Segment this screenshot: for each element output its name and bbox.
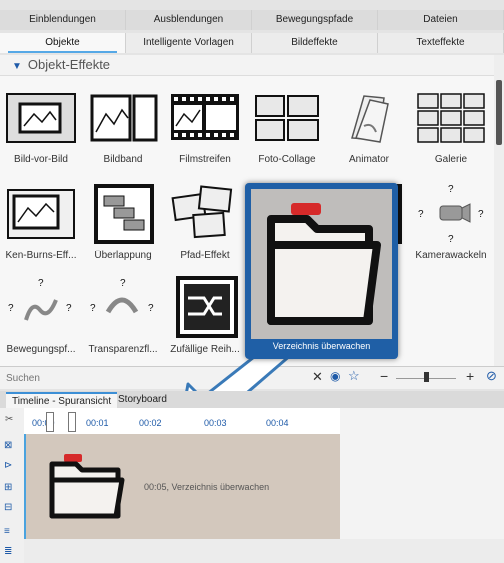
top-tab-bar: Einblendungen Ausblendungen Bewegungspfa… (0, 10, 504, 30)
eye-icon[interactable]: ◉ (330, 369, 340, 383)
effect-label: Foto-Collage (258, 154, 316, 165)
tab-objekte[interactable]: Objekte (0, 33, 126, 53)
film-strip-icon (171, 94, 239, 140)
zoom-out-icon[interactable]: − (380, 368, 388, 384)
sub-tab-bar: Objekte Intelligente Vorlagen Bildeffekt… (0, 33, 504, 53)
track-tool-icon[interactable]: ⊠ (4, 440, 12, 451)
section-header[interactable]: ▼ Objekt-Effekte (0, 55, 494, 76)
scissors-tool-icon[interactable]: ✂ (5, 414, 13, 425)
overlap-icon (94, 184, 154, 244)
ruler-label: 00:04 (266, 418, 289, 428)
effect-item[interactable]: Bild-vor-Bild (0, 80, 82, 175)
effect-label: Animator (348, 154, 389, 165)
align-tool-icon[interactable]: ≣ (4, 546, 12, 557)
svg-text:?: ? (8, 303, 14, 314)
effect-item[interactable]: ? ? ? Bewegungspf... (0, 270, 82, 365)
effect-label: Kamerawackeln (415, 250, 487, 261)
timeline-tab-bar: Timeline - Spuransicht Storyboard (0, 391, 504, 410)
folder-icon (267, 203, 381, 325)
picture-in-picture-icon (6, 93, 76, 143)
svg-text:?: ? (418, 209, 424, 220)
zoom-slider-handle[interactable] (424, 372, 429, 382)
folder-clip-thumbnail-icon (49, 454, 125, 519)
timeline-lower-area (24, 539, 504, 563)
motion-path-icon: ? ? ? (8, 278, 72, 321)
effect-label: Pfad-Effekt (180, 250, 230, 261)
playhead-marker[interactable] (68, 412, 76, 432)
photo-collage-icon (255, 95, 319, 141)
drag-preview-popup: Verzeichnis überwachen (245, 183, 398, 359)
effect-item[interactable]: Pfad-Effekt (164, 176, 246, 271)
ruler-label: 00:01 (86, 418, 109, 428)
scrollbar-thumb[interactable] (496, 80, 502, 145)
effect-item[interactable]: Foto-Collage (246, 80, 328, 175)
effect-label: Bild-vor-Bild (14, 154, 68, 165)
effect-item[interactable]: ? ? ? ? Kamerawackeln (410, 176, 492, 271)
effect-label: Galerie (434, 154, 468, 165)
transparency-flow-icon: ? ? ? (90, 278, 154, 314)
tab-storyboard[interactable]: Storyboard (112, 392, 173, 408)
gallery-icon (417, 93, 485, 143)
effect-label: Überlappung (94, 250, 152, 261)
effect-label: Bewegungspf... (6, 344, 76, 355)
svg-text:?: ? (148, 303, 154, 314)
svg-text:?: ? (478, 209, 484, 220)
ruler-label: 00:02 (139, 418, 162, 428)
svg-text:?: ? (448, 184, 454, 195)
list-tool-icon[interactable]: ⊳ (4, 460, 12, 471)
path-effect-icon (171, 185, 233, 239)
tab-intelligente-vorlagen[interactable]: Intelligente Vorlagen (126, 33, 252, 53)
layer-tool-icon[interactable]: ⊞ (4, 482, 12, 493)
svg-text:?: ? (38, 278, 44, 289)
effect-label: Bildband (103, 154, 143, 165)
effect-item[interactable]: Ken-Burns-Eff... (0, 176, 82, 271)
shuffle-icon (176, 276, 238, 338)
clear-icon[interactable]: ✕ (312, 369, 323, 385)
effect-item[interactable]: Überlappung (82, 176, 164, 271)
svg-text:?: ? (120, 278, 126, 289)
timeline-track[interactable]: 00:05, Verzeichnis überwachen (24, 434, 344, 539)
camera-shake-icon: ? ? ? ? (418, 184, 484, 244)
zoom-fit-icon[interactable]: ⊘ (486, 368, 497, 384)
popup-preview (251, 189, 392, 339)
effect-label: Ken-Burns-Eff... (5, 250, 77, 261)
group-tool-icon[interactable]: ⊟ (4, 502, 12, 513)
effect-item[interactable]: Bildband (82, 80, 164, 175)
bars-tool-icon[interactable]: ≡ (4, 526, 10, 537)
tab-bewegungspfade[interactable]: Bewegungspfade (252, 10, 378, 30)
timeline-empty-area (340, 408, 504, 539)
ruler-label: 00:03 (204, 418, 227, 428)
svg-text:?: ? (66, 303, 72, 314)
effect-item[interactable]: Galerie (410, 80, 492, 175)
section-title: Objekt-Effekte (27, 57, 111, 72)
playhead-marker[interactable] (46, 412, 54, 432)
tab-bildeffekte[interactable]: Bildeffekte (252, 33, 378, 53)
zoom-in-icon[interactable]: + (466, 368, 474, 384)
clip-label: 00:05, Verzeichnis überwachen (144, 482, 270, 492)
timeline-toolbar: ✂ ⊠ ⊳ ⊞ ⊟ ≡ ≣ (0, 408, 25, 563)
animator-icon (351, 95, 389, 143)
tab-ausblendungen[interactable]: Ausblendungen (126, 10, 252, 30)
timeline-ruler[interactable]: 00:00 00:01 00:02 00:03 00:04 (24, 408, 340, 437)
star-icon[interactable]: ☆ (348, 368, 360, 384)
effect-item[interactable]: Filmstreifen (164, 80, 246, 175)
picture-band-icon (90, 94, 158, 142)
effect-item[interactable]: ? ? ? Transparenzfl... (82, 270, 164, 365)
effect-label: Filmstreifen (179, 154, 231, 165)
svg-text:?: ? (90, 303, 96, 314)
effect-label: Transparenzfl... (88, 344, 158, 355)
svg-text:?: ? (448, 234, 454, 244)
tab-texteffekte[interactable]: Texteffekte (378, 33, 504, 53)
effect-item[interactable]: Animator (328, 80, 410, 175)
collapse-triangle-icon[interactable]: ▼ (12, 61, 22, 72)
popup-caption: Verzeichnis überwachen (272, 341, 371, 351)
tab-dateien[interactable]: Dateien (378, 10, 504, 30)
tab-einblendungen[interactable]: Einblendungen (0, 10, 126, 30)
ken-burns-icon (7, 189, 75, 239)
